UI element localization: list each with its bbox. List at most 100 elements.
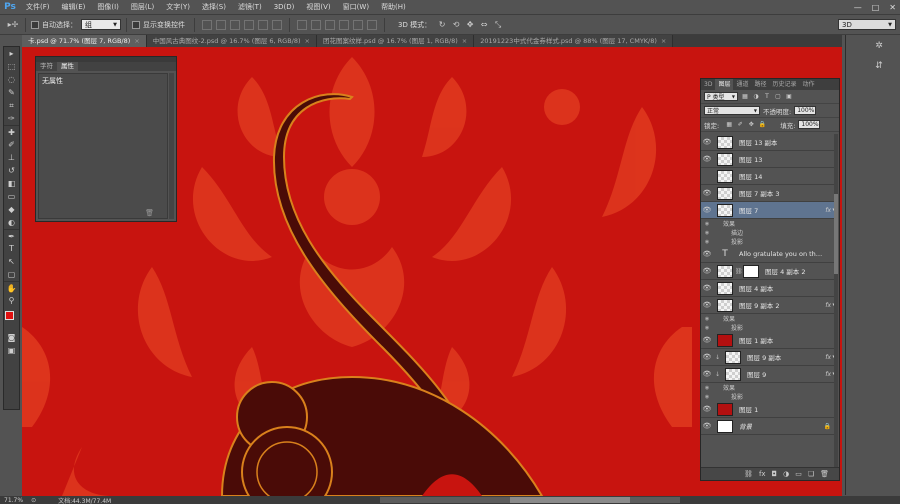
- layer-row[interactable]: 👁 图层 1 副本: [701, 332, 835, 349]
- lock-all-icon[interactable]: 🔒: [758, 121, 766, 129]
- eye-icon[interactable]: 👁: [701, 138, 713, 146]
- 3d-slide-icon[interactable]: ⇔: [477, 19, 491, 31]
- blend-mode-dropdown[interactable]: 正常 ▼: [704, 106, 760, 115]
- 3d-scale-icon[interactable]: ⤡: [491, 19, 505, 31]
- document-info[interactable]: 文档:44.3M/77.4M: [58, 496, 111, 504]
- horizontal-scrollbar-thumb[interactable]: [510, 497, 630, 503]
- link-layers-icon[interactable]: ⛓: [744, 470, 753, 478]
- zoom-level[interactable]: 71.7%: [4, 497, 23, 504]
- layer-row[interactable]: 👁 图层 9 副本 2 fx ▾: [701, 297, 835, 314]
- lock-transparent-icon[interactable]: ▦: [725, 121, 733, 129]
- eye-icon[interactable]: ◉: [701, 221, 713, 227]
- tab-actions[interactable]: 动作: [800, 79, 818, 90]
- layer-row[interactable]: 👁 图层 1: [701, 401, 835, 418]
- layer-row[interactable]: 👁 背景 🔒: [701, 418, 835, 435]
- adjust-icon[interactable]: ✲: [872, 41, 886, 55]
- 3d-roll-icon[interactable]: ⟲: [449, 19, 463, 31]
- distribute-top-icon[interactable]: [297, 19, 307, 30]
- align-bottom-icon[interactable]: [230, 19, 240, 30]
- layer-row[interactable]: 👁 图层 7 副本 3: [701, 185, 835, 202]
- align-hcenter-icon[interactable]: [258, 19, 268, 30]
- tab-3d[interactable]: 3D: [701, 79, 715, 90]
- distribute-right-icon[interactable]: [367, 19, 377, 30]
- eye-icon[interactable]: 👁: [701, 206, 713, 214]
- add-mask-icon[interactable]: ◘: [772, 470, 778, 478]
- eye-icon[interactable]: 👁: [701, 336, 713, 344]
- eye-icon[interactable]: 👁: [701, 301, 713, 309]
- eraser-tool-icon[interactable]: ◧: [4, 177, 19, 190]
- hand-tool-icon[interactable]: ✋: [4, 281, 19, 294]
- filter-type-dropdown[interactable]: P 类型 ▼: [704, 92, 738, 101]
- eye-icon[interactable]: ◉: [701, 394, 713, 400]
- effects-row[interactable]: ◉ 效果: [701, 314, 835, 324]
- layers-scrollbar[interactable]: [834, 134, 838, 468]
- align-vcenter-icon[interactable]: [216, 19, 226, 30]
- move-icon[interactable]: ▸✢: [6, 19, 20, 31]
- minimize-button[interactable]: —: [854, 3, 862, 12]
- effect-stroke-row[interactable]: ◉ 描边: [701, 228, 835, 238]
- fx-icon[interactable]: fx: [825, 354, 831, 361]
- tab-layers[interactable]: 图层: [715, 79, 734, 90]
- opacity-input[interactable]: 100%: [794, 106, 817, 115]
- maximize-button[interactable]: □: [872, 3, 880, 12]
- lock-paint-icon[interactable]: ✐: [736, 121, 744, 129]
- fx-icon[interactable]: fx: [825, 207, 831, 214]
- menu-filter[interactable]: 滤镜(T): [232, 0, 268, 14]
- eye-icon[interactable]: 👁: [701, 189, 713, 197]
- distribute-bottom-icon[interactable]: [325, 19, 335, 30]
- eye-icon[interactable]: 👁: [701, 422, 713, 430]
- stamp-tool-icon[interactable]: ⊥: [4, 151, 19, 164]
- fx-icon[interactable]: fx: [825, 302, 831, 309]
- move-tool-icon[interactable]: ▸: [4, 47, 19, 60]
- shape-tool-icon[interactable]: ▢: [4, 268, 19, 281]
- marquee-tool-icon[interactable]: ⬚: [4, 60, 19, 73]
- menu-window[interactable]: 窗口(W): [337, 0, 375, 14]
- crop-tool-icon[interactable]: ⌗: [4, 99, 19, 112]
- eyedropper-tool-icon[interactable]: ✑: [4, 112, 19, 125]
- layer-row[interactable]: 图层 14: [701, 168, 835, 185]
- filter-smart-icon[interactable]: ▣: [785, 93, 793, 101]
- 3d-pan-icon[interactable]: ✥: [463, 19, 477, 31]
- layer-row[interactable]: 👁 T Allo gratulate you on the arri...: [701, 246, 835, 263]
- filter-pixel-icon[interactable]: ▦: [741, 93, 749, 101]
- layer-row[interactable]: 👁 图层 13 副本: [701, 134, 835, 151]
- path-select-tool-icon[interactable]: ↖: [4, 255, 19, 268]
- quick-select-tool-icon[interactable]: ✎: [4, 86, 19, 99]
- close-icon[interactable]: ×: [661, 37, 666, 45]
- menu-layer[interactable]: 图层(L): [125, 0, 160, 14]
- effect-shadow-row[interactable]: ◉ 投影: [701, 237, 835, 247]
- quick-mask-icon[interactable]: ◙: [4, 331, 19, 344]
- effects-row[interactable]: ◉ 效果: [701, 383, 835, 393]
- 3d-rotate-icon[interactable]: ↻: [435, 19, 449, 31]
- type-tool-icon[interactable]: T: [4, 242, 19, 255]
- tab-properties[interactable]: 属性: [57, 62, 78, 71]
- eye-icon[interactable]: 👁: [701, 250, 713, 258]
- properties-scrollbar[interactable]: [169, 73, 174, 219]
- tab-channels[interactable]: 通道: [733, 79, 751, 90]
- close-icon[interactable]: ×: [134, 37, 139, 45]
- menu-type[interactable]: 文字(Y): [160, 0, 196, 14]
- adjustment-layer-icon[interactable]: ◑: [783, 470, 789, 478]
- eye-icon[interactable]: 👁: [701, 353, 713, 361]
- close-icon[interactable]: ×: [305, 37, 310, 45]
- effect-shadow-row[interactable]: ◉ 投影: [701, 323, 835, 333]
- blur-tool-icon[interactable]: ◆: [4, 203, 19, 216]
- doc-tab-active[interactable]: 卡.psd @ 71.7% (图层 7, RGB/8) ×: [22, 35, 147, 47]
- brush-tool-icon[interactable]: ✐: [4, 138, 19, 151]
- eye-icon[interactable]: 👁: [701, 405, 713, 413]
- layer-mask-thumbnail[interactable]: [743, 264, 759, 278]
- eye-icon[interactable]: 👁: [701, 155, 713, 163]
- zoom-tool-icon[interactable]: ⚲: [4, 294, 19, 307]
- effects-row[interactable]: ◉ 效果: [701, 219, 835, 229]
- filter-text-icon[interactable]: T: [763, 93, 771, 101]
- layer-row[interactable]: 👁 ⛓ 图层 4 副本 2: [701, 263, 835, 280]
- align-left-icon[interactable]: [244, 19, 254, 30]
- color-swatches[interactable]: [4, 309, 19, 331]
- doc-tab[interactable]: 20191223中式代金券样式.psd @ 88% (图层 17, CMYK/8…: [474, 35, 674, 47]
- close-button[interactable]: ✕: [889, 3, 896, 12]
- doc-tab[interactable]: 中国风古典图纹-2.psd @ 16.7% (图层 6, RGB/8) ×: [146, 35, 317, 47]
- tab-character[interactable]: 字符: [36, 62, 57, 71]
- menu-3d[interactable]: 3D(D): [268, 0, 301, 14]
- show-transform-checkbox[interactable]: [132, 20, 140, 29]
- trash-icon[interactable]: 🗑: [145, 209, 154, 217]
